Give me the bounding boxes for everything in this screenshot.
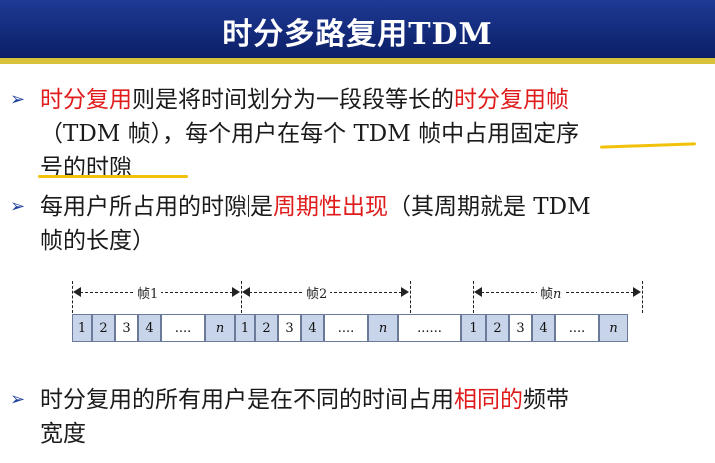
time-slot: 4 <box>138 314 161 342</box>
time-slot: .... <box>161 314 205 342</box>
bullet-1-line-2: （TDM 帧），每个用户在每个 TDM 帧中占用固定序 <box>40 117 579 151</box>
time-slot: n <box>205 314 235 342</box>
bullet-3: ➢ 时分复用的所有用户是在不同的时间占用相同的频带 宽度 <box>10 383 700 453</box>
time-slot: 3 <box>509 314 532 342</box>
time-slot: 2 <box>255 314 278 342</box>
frame-n-span: 帧n <box>473 281 642 305</box>
time-slot-label: 3 <box>122 320 131 336</box>
bullet-2: ➢ 每用户所占用的时隙 是周期性出现（其周期就是 TDM 帧的长度） <box>10 190 700 260</box>
time-slot: 4 <box>301 314 324 342</box>
tdm-frame-diagram: 帧1 帧2 帧n 1 2 3 4.... n 1 2 3 4.... n...... 1 2 3 4...… <box>72 281 643 361</box>
frame-1-span: 帧1 <box>72 281 241 305</box>
time-slot-label: ...... <box>417 320 442 336</box>
term-same-band: 相同的 <box>454 387 523 413</box>
text-span: 每用户所占用的时隙 <box>40 194 247 220</box>
time-slot-label: .... <box>174 320 192 336</box>
bullet-2-line-1: 每用户所占用的时隙 是周期性出现（其周期就是 TDM <box>40 190 591 224</box>
arrow-right-icon <box>401 287 409 297</box>
time-slot: 2 <box>486 314 509 342</box>
term-tdm: 时分复用 <box>40 87 132 113</box>
highlight-underline <box>38 175 188 178</box>
time-slot-label: 1 <box>77 320 87 336</box>
time-slot: ...... <box>398 314 461 342</box>
text-span: 是 <box>250 194 273 220</box>
term-tdm-frame: 时分复用帧 <box>454 87 569 113</box>
time-slot-label: 4 <box>308 320 317 336</box>
text-span: 帧的长度） <box>40 228 155 254</box>
frame-boundary <box>410 281 411 313</box>
bullet-1-line-1: 时分复用则是将时间划分为一段段等长的时分复用帧 <box>40 83 579 117</box>
time-slot: 2 <box>92 314 115 342</box>
bullet-3-body: 时分复用的所有用户是在不同的时间占用相同的频带 宽度 <box>40 383 569 451</box>
title-accent-bar <box>0 58 715 64</box>
time-slot: n <box>368 314 398 342</box>
time-slot: 4 <box>532 314 555 342</box>
text-span: （其周期就是 TDM <box>388 194 591 220</box>
time-slot-label: 4 <box>145 320 154 336</box>
time-slot: 3 <box>278 314 301 342</box>
frame-n-label: 帧n <box>537 283 565 302</box>
frame-2-span: 帧2 <box>241 281 410 305</box>
time-slot-label: 2 <box>493 320 502 336</box>
title-bar: 时分多路复用TDM <box>0 0 715 58</box>
time-slot-label: .... <box>568 320 586 336</box>
bullet-arrow-icon: ➢ <box>10 89 26 110</box>
bullet-1-line-3: 号的时隙 <box>40 151 579 185</box>
text-span: 频带 <box>523 387 569 413</box>
frame-1-label: 帧1 <box>134 283 162 302</box>
frame-2-label: 帧2 <box>303 283 331 302</box>
time-slot-label: 2 <box>262 320 271 336</box>
frame-boundary <box>642 281 643 313</box>
text-span: 宽度 <box>40 421 86 447</box>
time-slot: 1 <box>72 314 92 342</box>
time-slot-label: n <box>609 320 618 336</box>
arrow-right-icon <box>633 287 641 297</box>
bullet-arrow-icon: ➢ <box>10 389 26 410</box>
text-span: （TDM 帧），每个用户在每个 TDM 帧中占用固定序 <box>40 121 580 147</box>
time-slot-label: 3 <box>285 320 294 336</box>
time-slot: .... <box>555 314 599 342</box>
time-slot-label: n <box>378 320 388 336</box>
time-slot-label: .... <box>337 320 355 336</box>
bullet-2-body: 每用户所占用的时隙 是周期性出现（其周期就是 TDM 帧的长度） <box>40 190 591 258</box>
time-slot: .... <box>324 314 368 342</box>
time-slot-label: 2 <box>99 320 108 336</box>
text-span: 则是将时间划分为一段段等长的 <box>132 87 454 113</box>
bullet-1-body: 时分复用则是将时间划分为一段段等长的时分复用帧 （TDM 帧），每个用户在每个 … <box>40 83 579 185</box>
time-slot: 1 <box>235 314 255 342</box>
time-slot: 3 <box>115 314 138 342</box>
time-slot-label: 1 <box>469 320 478 336</box>
arrow-right-icon <box>232 287 240 297</box>
bullet-arrow-icon: ➢ <box>10 196 26 217</box>
time-slot-label: n <box>215 320 225 336</box>
time-slot-label: 1 <box>240 320 250 336</box>
slide-title: 时分多路复用TDM <box>222 17 493 52</box>
bullet-3-line-1: 时分复用的所有用户是在不同的时间占用相同的频带 <box>40 383 569 417</box>
time-slot-label: 4 <box>539 320 548 336</box>
bullet-2-line-2: 帧的长度） <box>40 224 591 258</box>
time-slot: n <box>599 314 628 342</box>
text-cursor <box>248 195 249 217</box>
term-periodic: 周期性出现 <box>273 194 388 220</box>
time-slot-label: 3 <box>516 320 525 336</box>
text-span: 时分复用的所有用户是在不同的时间占用 <box>40 387 454 413</box>
time-slot: 1 <box>461 314 486 342</box>
bullet-3-line-2: 宽度 <box>40 417 569 451</box>
